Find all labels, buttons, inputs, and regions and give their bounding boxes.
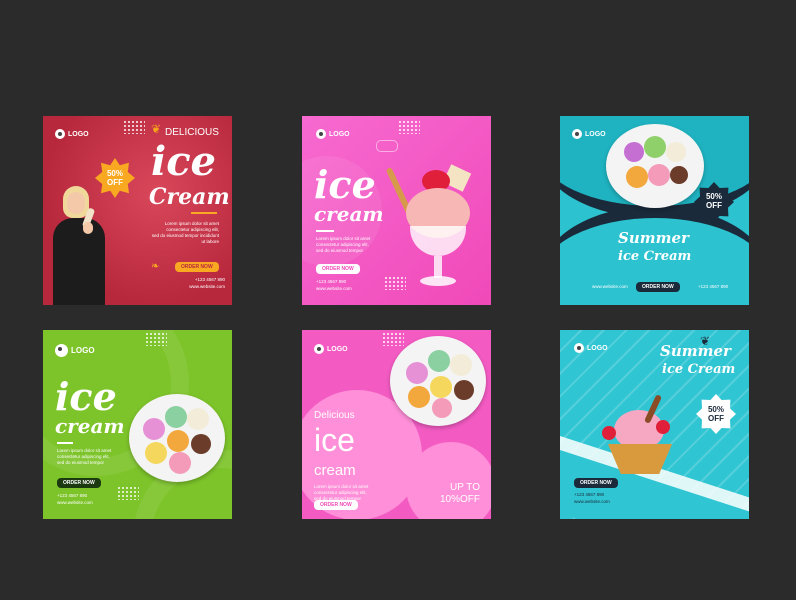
- ice-cream-post-card-1: LOGO ❦ DELICIOUS 50% OFF ice Cream Lorem …: [43, 116, 232, 305]
- logo-icon: [574, 343, 584, 353]
- logo-icon: [55, 129, 65, 139]
- dot-pattern: [145, 332, 167, 346]
- logo-text: LOGO: [585, 130, 606, 138]
- logo: LOGO: [55, 344, 95, 357]
- leaf-icon: ❧: [151, 261, 160, 272]
- body-text: Lorem ipsum dolor sit amet consectetur ad…: [316, 236, 371, 253]
- order-now-button[interactable]: ORDER NOW: [574, 478, 618, 488]
- logo-text: LOGO: [71, 346, 95, 355]
- ice-cream-post-card-2: LOGO ice cream Lorem ipsum dolor sit ame…: [302, 116, 491, 305]
- contact-info: +123 4567 890 www.website.com: [574, 492, 610, 504]
- logo-text: LOGO: [68, 130, 89, 138]
- title-cream: cream: [314, 462, 356, 479]
- badge-text: 50% OFF: [705, 192, 722, 210]
- dot-pattern: [398, 120, 420, 134]
- ice-cream-bowl-photo: [390, 336, 486, 426]
- order-now-button[interactable]: ORDER NOW: [314, 500, 358, 510]
- tagline: Delicious: [314, 410, 355, 421]
- contact-info: +123 4567 890 www.website.com: [57, 493, 93, 505]
- order-now-button[interactable]: ORDER NOW: [57, 478, 101, 488]
- waffle-cone-photo: [596, 390, 676, 480]
- dot-pattern: [117, 486, 139, 500]
- order-now-button[interactable]: ORDER NOW: [636, 282, 680, 292]
- title-ice-cream: ice Cream: [662, 362, 736, 377]
- contact-info: +123 4567 890 www.website.com: [316, 279, 352, 291]
- ice-cream-bowl-photo: [606, 124, 704, 208]
- divider: [57, 442, 73, 444]
- dot-pattern: [123, 120, 145, 134]
- woman-photo: [49, 184, 115, 305]
- order-now-button[interactable]: ORDER NOW: [316, 264, 360, 274]
- ice-cream-bowl-photo: [129, 394, 225, 482]
- promo-text: UP TO 10%OFF: [439, 482, 480, 505]
- title-cream: Cream: [149, 184, 230, 210]
- badge-text: 50% OFF: [707, 405, 724, 423]
- phone: +123 4567 890: [698, 284, 729, 289]
- website: www.website.com: [592, 284, 628, 289]
- logo-icon: [55, 344, 68, 357]
- order-now-button[interactable]: ORDER NOW: [175, 262, 219, 272]
- ice-cream-post-card-4: LOGO ice cream Lorem ipsum dolor sit ame…: [43, 330, 232, 519]
- logo-icon: [572, 129, 582, 139]
- logo: LOGO: [314, 344, 348, 354]
- title-ice: ice: [55, 374, 117, 419]
- ice-cream-post-card-5: LOGO Delicious ice cream Lorem ipsum dol…: [302, 330, 491, 519]
- title-cream: cream: [314, 202, 384, 226]
- body-text: Lorem ipsum dolor sit amet consectetur ad…: [57, 448, 112, 465]
- ice-cream-post-card-6: LOGO ❦ Summer ice Cream 50% OFF ORDER NOW…: [560, 330, 749, 519]
- title-summer: Summer: [660, 342, 731, 360]
- divider: [316, 230, 334, 232]
- ice-cream-post-card-3: LOGO 50% OFF Summer ice Cream www.website…: [560, 116, 749, 305]
- title-summer: Summer: [618, 229, 689, 247]
- decor-ring: [376, 140, 398, 152]
- dot-pattern: [382, 332, 404, 346]
- title-ice: ice: [314, 422, 355, 458]
- title-ice-cream: ice Cream: [618, 249, 692, 264]
- leaf-icon: ❦: [151, 122, 162, 136]
- divider: [191, 212, 217, 214]
- logo: LOGO: [572, 129, 606, 139]
- title-ice: ice: [151, 138, 216, 185]
- logo-text: LOGO: [587, 344, 608, 352]
- logo-text: LOGO: [329, 130, 350, 138]
- tagline: DELICIOUS: [165, 127, 219, 138]
- logo: LOGO: [316, 129, 350, 139]
- logo-icon: [316, 129, 326, 139]
- sundae-photo: [385, 162, 480, 297]
- logo: LOGO: [55, 129, 89, 139]
- title-ice: ice: [314, 162, 376, 207]
- title-cream: cream: [55, 414, 125, 438]
- body-text: Lorem ipsum dolor sit amet consectetur ad…: [151, 221, 219, 244]
- logo-icon: [314, 344, 324, 354]
- contact-info: +123 4567 890 www.website.com: [189, 277, 225, 289]
- logo: LOGO: [574, 343, 608, 353]
- logo-text: LOGO: [327, 345, 348, 353]
